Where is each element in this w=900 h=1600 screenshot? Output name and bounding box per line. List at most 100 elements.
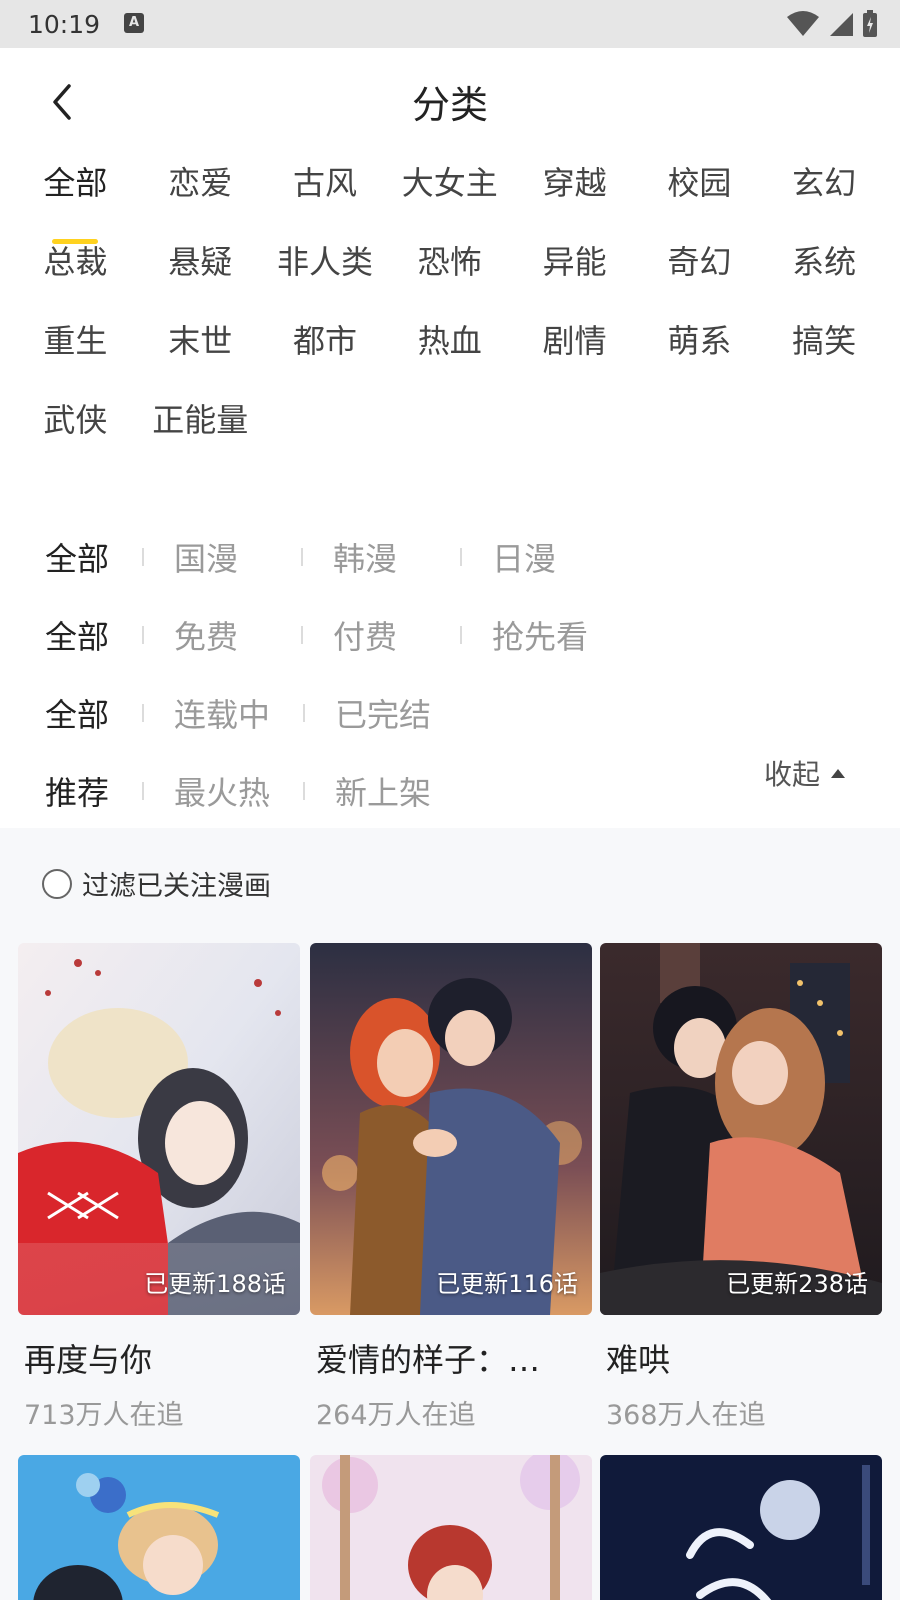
- page-title: 分类: [411, 83, 488, 127]
- filter-divider: [142, 548, 145, 566]
- genre-tab[interactable]: 校园: [637, 158, 762, 237]
- radio-icon: [42, 868, 72, 899]
- filter-option-sort[interactable]: 推荐: [45, 768, 109, 814]
- genre-tab[interactable]: 末世: [138, 316, 263, 395]
- genre-tab-label: 穿越: [542, 164, 607, 202]
- filter-divider: [142, 704, 145, 722]
- genre-tab-label: 奇幻: [667, 243, 732, 281]
- status-bar: 10:19 A: [0, 0, 900, 48]
- genre-tab[interactable]: 萌系: [637, 316, 762, 395]
- filter-option-region[interactable]: 国漫: [174, 534, 268, 580]
- filter-option-region[interactable]: 全部: [45, 534, 109, 580]
- filter-option-payment[interactable]: 抢先看: [492, 612, 588, 658]
- genre-grid: 全部 恋爱 古风 大女主 穿越 校园 玄幻总裁 悬疑 非人类 恐怖 异能 奇幻 系统重生 末世 都市 热血 剧情…: [13, 158, 887, 474]
- genre-tab[interactable]: 恐怖: [387, 237, 512, 316]
- filter-option-payment[interactable]: 免费: [174, 612, 268, 658]
- genre-tab-label: 热血: [417, 322, 482, 360]
- filter-row-sort: 推荐 最火热 新上架: [45, 766, 431, 816]
- filter-divider: [142, 626, 145, 644]
- filter-followed-toggle[interactable]: 过滤已关注漫画: [42, 864, 271, 903]
- genre-tab[interactable]: 系统: [762, 237, 887, 316]
- comic-cover: 已更新116话: [310, 943, 592, 1315]
- comic-followers: 264万人在追: [316, 1400, 476, 1431]
- genre-tab[interactable]: 都市: [263, 316, 388, 395]
- filter-row-payment: 全部 免费 付费 抢先看: [45, 610, 588, 660]
- genre-tab[interactable]: 总裁: [13, 237, 138, 316]
- genre-tab-label: 全部: [43, 164, 108, 202]
- filter-divider: [460, 626, 463, 644]
- update-badge: 已更新238话: [726, 1270, 868, 1298]
- comic-card[interactable]: [600, 1455, 882, 1600]
- filter-option-region[interactable]: 韩漫: [333, 534, 427, 580]
- comic-cover: 已更新238话: [600, 943, 882, 1315]
- genre-tab-label: 悬疑: [168, 243, 233, 281]
- genre-tab-label: 校园: [667, 164, 732, 202]
- filter-row-region: 全部 国漫 韩漫 日漫: [45, 532, 586, 582]
- filter-option-payment[interactable]: 全部: [45, 612, 109, 658]
- filter-row-status: 全部 连载中 已完结: [45, 688, 431, 738]
- comic-card[interactable]: 已更新238话 难哄 368万人在追: [600, 943, 882, 1432]
- status-icons: [786, 10, 878, 38]
- genre-tab-label: 恋爱: [168, 164, 233, 202]
- comic-card[interactable]: [310, 1455, 592, 1600]
- filter-option-sort[interactable]: 最火热: [174, 768, 270, 814]
- triangle-up-icon: [831, 769, 846, 778]
- comic-cover: 已更新188话: [18, 943, 300, 1315]
- genre-tab-label: 玄幻: [792, 164, 857, 202]
- genre-tab-label: 重生: [43, 322, 108, 360]
- comic-title: 难哄: [606, 1341, 671, 1379]
- genre-tab[interactable]: 玄幻: [762, 158, 887, 237]
- genre-tab-label: 古风: [292, 164, 357, 202]
- comic-followers: 368万人在追: [606, 1400, 766, 1431]
- notification-icon: A: [124, 13, 144, 33]
- filter-divider: [142, 782, 145, 800]
- comic-title: 再度与你: [24, 1341, 153, 1379]
- genre-tab[interactable]: 全部: [13, 158, 138, 244]
- filter-option-region[interactable]: 日漫: [492, 534, 586, 580]
- genre-tab[interactable]: 武侠: [13, 395, 138, 474]
- wifi-icon: [787, 11, 819, 36]
- battery-icon: [863, 10, 877, 37]
- genre-tab[interactable]: 恋爱: [138, 158, 263, 237]
- genre-tab[interactable]: 穿越: [512, 158, 637, 237]
- genre-tab[interactable]: 正能量: [138, 395, 263, 474]
- genre-tab[interactable]: 热血: [387, 316, 512, 395]
- genre-tab[interactable]: 奇幻: [637, 237, 762, 316]
- filter-option-status[interactable]: 全部: [45, 690, 109, 736]
- genre-tab[interactable]: 悬疑: [138, 237, 263, 316]
- filter-option-status[interactable]: 已完结: [335, 690, 431, 736]
- update-badge: 已更新116话: [436, 1270, 578, 1298]
- filter-divider: [460, 548, 463, 566]
- genre-tab[interactable]: 剧情: [512, 316, 637, 395]
- filter-option-status[interactable]: 连载中: [174, 690, 270, 736]
- genre-tab[interactable]: 大女主: [387, 158, 512, 237]
- comic-cover: [18, 1455, 300, 1600]
- signal-icon: [830, 13, 853, 36]
- genre-tab-label: 剧情: [542, 322, 607, 360]
- comic-title: 爱情的样子：…: [316, 1341, 541, 1379]
- genre-tab-label: 恐怖: [417, 243, 482, 281]
- filter-followed-label: 过滤已关注漫画: [82, 871, 271, 902]
- comic-card[interactable]: 已更新116话 爱情的样子：… 264万人在追: [310, 943, 592, 1432]
- filter-divider: [301, 548, 304, 566]
- genre-tab-label: 萌系: [667, 322, 732, 360]
- genre-tab[interactable]: 重生: [13, 316, 138, 395]
- status-time: 10:19: [28, 10, 101, 39]
- filter-divider: [303, 704, 306, 722]
- comic-followers: 713万人在追: [24, 1400, 184, 1431]
- genre-tab-label: 末世: [168, 322, 233, 360]
- genre-tab[interactable]: 非人类: [263, 237, 388, 316]
- filter-option-sort[interactable]: 新上架: [335, 768, 431, 814]
- genre-tab-label: 正能量: [152, 401, 249, 439]
- genre-tab[interactable]: 古风: [263, 158, 388, 237]
- comic-card[interactable]: [18, 1455, 300, 1600]
- comic-cover: [600, 1455, 882, 1600]
- update-badge: 已更新188话: [144, 1270, 286, 1298]
- comic-card[interactable]: 已更新188话 再度与你 713万人在追: [18, 943, 300, 1432]
- comic-cover: [310, 1455, 592, 1600]
- filter-option-payment[interactable]: 付费: [333, 612, 427, 658]
- genre-tab-label: 搞笑: [792, 322, 857, 360]
- genre-tab[interactable]: 搞笑: [762, 316, 887, 395]
- collapse-button[interactable]: 收起: [764, 753, 846, 793]
- genre-tab[interactable]: 异能: [512, 237, 637, 316]
